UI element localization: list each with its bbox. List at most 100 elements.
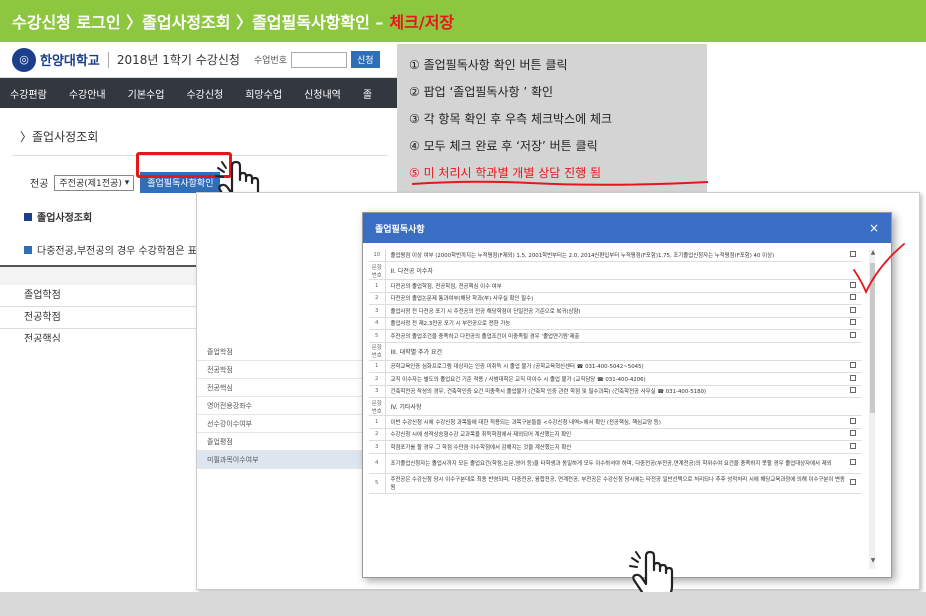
item-checkbox[interactable] <box>845 360 861 373</box>
instruction-step: ② 팝업 ‘졸업필독사항 ’ 확인 <box>409 85 554 99</box>
item-number: 5 <box>369 329 386 343</box>
table-row: 3 건축학전공 작성의 경우, 건축학인증 요건 미충족시 졸업불가 (건축학 인… <box>369 385 861 398</box>
table-row: 5 주전공은 수강신청 당시 이수구분대로 최종 반영되며, 다중전공, 융합전공… <box>369 473 861 494</box>
table-row: 4 졸업사정 전 제2,3전공 포기 시 부전공으로 전환 가능 <box>369 317 861 330</box>
site-header: ◎ 한양대학교 2018년 1학기 수강신청 수업번호 신청 <box>0 42 400 78</box>
popup-body: 10 졸업평점 이상 여부 (2000학번까지는 누적평점(F제외) 1.5, … <box>369 249 875 577</box>
item-checkbox[interactable] <box>845 304 861 318</box>
nav-item[interactable]: 수강편람 <box>10 86 47 101</box>
popup-header: 졸업필독사항 × <box>363 213 891 243</box>
bottom-bar <box>0 592 926 616</box>
checkbox-icon <box>850 387 856 394</box>
section-label: III. 대학별 추가 요건 <box>385 342 861 361</box>
section-row: 문항 번호 IV. 기타사항 <box>369 397 861 416</box>
item-number: 10 <box>369 249 386 262</box>
item-text: 다전공의 졸업학점, 전공학점, 전공핵심 이수 여부 <box>385 279 845 293</box>
item-text: 교직 이수자는 별도의 졸업요건 기준 적용 / 사범대학은 교직 미이수 시 … <box>385 372 845 386</box>
nav-item[interactable]: 기본수업 <box>128 86 165 101</box>
item-text: 건축학전공 작성의 경우, 건축학인증 요건 미충족시 졸업불가 (건축학 인증… <box>385 385 845 398</box>
checkbox-icon <box>850 331 856 338</box>
item-number: 1 <box>369 415 386 429</box>
section-bullet-icon <box>24 212 32 221</box>
item-checkbox[interactable] <box>845 385 861 398</box>
notice-text: 다중전공,부전공의 경우 수강학점은 표시 <box>37 246 207 257</box>
table-row: 10 졸업평점 이상 여부 (2000학번까지는 누적평점(F제외) 1.5, … <box>369 249 861 262</box>
table-row: 2 다전공의 졸업논문제 통과여부(해당 학과(부) 사무실 확인 필수) <box>369 292 861 305</box>
checkbox-icon <box>850 479 856 485</box>
item-text: 조기졸업신청자는 졸업시까지 모든 졸업요건(학점,논문,영어 등)을 타학생과… <box>385 453 845 474</box>
section-row: 문항 번호 II. 다전공 이수자 <box>369 261 861 280</box>
checkbox-icon <box>850 417 856 424</box>
chevron-down-icon: ▾ <box>121 177 130 188</box>
checkbox-icon <box>850 319 856 326</box>
item-number: 5 <box>369 473 386 494</box>
nav-item[interactable]: 졸 <box>363 86 372 101</box>
item-text: 수강신청 시에 성적상승형수강 교과목을 취득학점에서 제외되어 계산했는지 확… <box>385 428 845 441</box>
section-row: 문항 번호 III. 대학별 추가 요건 <box>369 342 861 361</box>
table-row: 3 졸업사정 전 다전공 포기 시 주전공의 전공 해당학점이 단일전공 기준으로… <box>369 304 861 318</box>
item-number: 3 <box>369 304 386 318</box>
info-icon <box>24 245 32 254</box>
item-text: 주전공은 수강신청 당시 이수구분대로 최종 반영되며, 다중전공, 융합전공,… <box>385 473 845 494</box>
university-logo-icon: ◎ <box>12 47 36 72</box>
table-row: 1 다전공의 졸업학점, 전공학점, 전공핵심 이수 여부 <box>369 279 861 293</box>
graduation-notice-popup: 졸업필독사항 × 10 졸업평점 이상 여부 (2000학번까지는 누적평점(F… <box>362 212 892 578</box>
checkbox-icon <box>850 362 856 369</box>
item-checkbox[interactable] <box>845 428 861 441</box>
scroll-down-icon[interactable]: ▼ <box>869 557 875 567</box>
table-row: 1 이번 수강신청 시에 수강신청 과목들에 대한 적용되는 과목구분들을 <수강… <box>369 415 861 429</box>
item-checkbox[interactable] <box>845 453 861 474</box>
checkbox-icon <box>850 430 856 437</box>
item-number: 4 <box>369 453 386 474</box>
checkbox-icon <box>850 459 856 465</box>
item-text: 졸업사정 전 제2,3전공 포기 시 부전공으로 전환 가능 <box>385 317 845 330</box>
popup-title: 졸업필독사항 <box>375 224 425 235</box>
item-number: 1 <box>369 279 386 293</box>
nav-item[interactable]: 수강신청 <box>186 86 223 101</box>
nav-item[interactable]: 신청내역 <box>304 86 341 101</box>
section-num-label: 문항 번호 <box>369 397 386 416</box>
apply-button[interactable]: 신청 <box>351 51 380 68</box>
title-path: 수강신청 로그인 〉졸업사정조회 〉졸업필독사항확인 – <box>12 13 384 32</box>
table-row: 1 공학교육인증 심화프로그램 대상자는 인증 미취득 시 졸업 불가 (공학교육… <box>369 360 861 373</box>
instruction-step: ③ 각 항목 확인 후 우측 체크박스에 체크 <box>409 112 613 126</box>
table-row: 2 교직 이수자는 별도의 졸업요건 기준 적용 / 사범대학은 교직 미이수 시… <box>369 372 861 386</box>
section-num-label: 문항 번호 <box>369 261 386 280</box>
item-text: 졸업평점 이상 여부 (2000학번까지는 누적평점(F제외) 1.5, 200… <box>385 249 845 262</box>
checkbox-icon <box>850 306 856 313</box>
major-select[interactable]: 주전공(제1전공) ▾ <box>54 174 135 191</box>
instruction-step: ① 졸업필독사항 확인 버튼 클릭 <box>409 58 568 72</box>
item-number: 3 <box>369 385 386 398</box>
table-row: 5 주전공의 졸업조건을 충족하고 다전공의 졸업조건이 미충족될 경우 ‘졸업연… <box>369 329 861 343</box>
item-checkbox[interactable] <box>845 372 861 386</box>
item-number: 2 <box>369 372 386 386</box>
notice-table: 10 졸업평점 이상 여부 (2000학번까지는 누적평점(F제외) 1.5, … <box>369 249 861 494</box>
major-label: 전공 <box>30 179 49 190</box>
section-num-label: 문항 번호 <box>369 342 386 361</box>
nav-item[interactable]: 수강안내 <box>69 86 106 101</box>
item-checkbox[interactable] <box>845 329 861 343</box>
course-number-label: 수업번호 <box>253 56 288 66</box>
item-checkbox[interactable] <box>845 415 861 429</box>
item-text: 졸업사정 전 다전공 포기 시 주전공의 전공 해당학점이 단일전공 기준으로 … <box>385 304 845 318</box>
close-icon[interactable]: × <box>869 221 879 235</box>
course-number-input[interactable] <box>291 51 348 68</box>
table-row: 2 수강신청 시에 성적상승형수강 교과목을 취득학점에서 제외되어 계산했는지 … <box>369 428 861 441</box>
item-text: 공학교육인증 심화프로그램 대상자는 인증 미취득 시 졸업 불가 (공학교육혁… <box>385 360 845 373</box>
main-nav: 수강편람 수강안내 기본수업 수강신청 희망수업 신청내역 졸 <box>0 78 400 108</box>
section-label: II. 다전공 이수자 <box>385 261 861 280</box>
table-row: 3 학점포기를 할 경우 그 학점 수만큼 이수학점에서 감해지는 것을 계산했는… <box>369 440 861 454</box>
item-number: 2 <box>369 292 386 305</box>
item-text: 이번 수강신청 시에 수강신청 과목들에 대한 적용되는 과목구분들을 <수강신… <box>385 415 845 429</box>
semester-title: 2018년 1학기 수강신청 <box>116 53 240 67</box>
breadcrumb: 〉졸업사정조회 <box>20 130 99 144</box>
logo-text: 한양대학교 <box>40 54 100 69</box>
item-number: 4 <box>369 317 386 330</box>
item-text: 다전공의 졸업논문제 통과여부(해당 학과(부) 사무실 확인 필수) <box>385 292 845 305</box>
item-checkbox[interactable] <box>845 440 861 454</box>
instruction-box: ① 졸업필독사항 확인 버튼 클릭 ② 팝업 ‘졸업필독사항 ’ 확인 ③ 각 … <box>397 44 707 194</box>
item-checkbox[interactable] <box>845 473 861 494</box>
item-checkbox[interactable] <box>845 317 861 330</box>
header-divider <box>107 51 109 68</box>
nav-item[interactable]: 희망수업 <box>245 86 282 101</box>
